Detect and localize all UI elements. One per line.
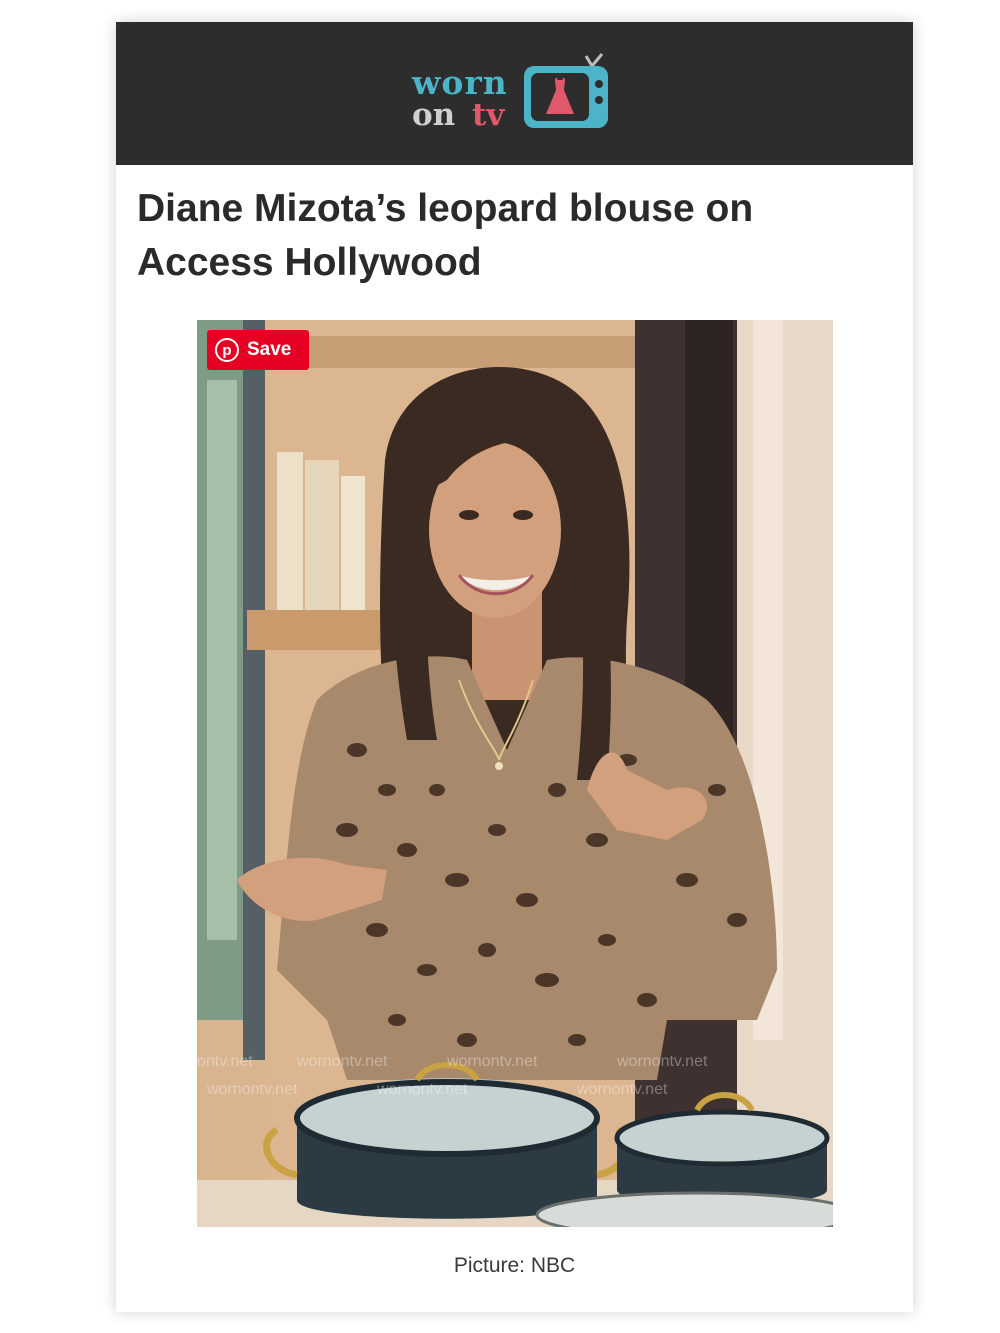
site-header: worn on tv	[116, 22, 913, 165]
logo-text-on: on	[412, 97, 456, 133]
dress-tv-icon	[524, 53, 608, 128]
watermark-text: wornontv.net	[296, 1053, 388, 1070]
article-title: Diane Mizota’s leopard blouse on Access …	[137, 187, 754, 284]
logo-text-worn: worn	[412, 63, 508, 102]
pinterest-save-button[interactable]: p Save	[207, 330, 309, 370]
save-button-label: Save	[247, 339, 292, 360]
article-photo[interactable]: ontv.net wornontv.net wornontv.net worno…	[197, 320, 833, 1227]
article-card: worn on tv Diane Mizota’s leopard blouse…	[116, 22, 913, 1312]
watermark-text: wornontv.net	[576, 1081, 668, 1098]
watermark-text: wornontv.net	[206, 1081, 298, 1098]
pinterest-icon: p	[215, 338, 239, 362]
watermark-text: wornontv.net	[616, 1053, 708, 1070]
watermark-text: wornontv.net	[376, 1081, 468, 1098]
watermark-text: ontv.net	[197, 1053, 253, 1070]
site-logo[interactable]: worn on tv	[408, 52, 628, 142]
logo-text-tv: tv	[472, 97, 505, 133]
photo-illustration: ontv.net wornontv.net wornontv.net worno…	[197, 320, 833, 1227]
watermark-text: wornontv.net	[446, 1053, 538, 1070]
photo-caption: Picture: NBC	[453, 1254, 576, 1277]
